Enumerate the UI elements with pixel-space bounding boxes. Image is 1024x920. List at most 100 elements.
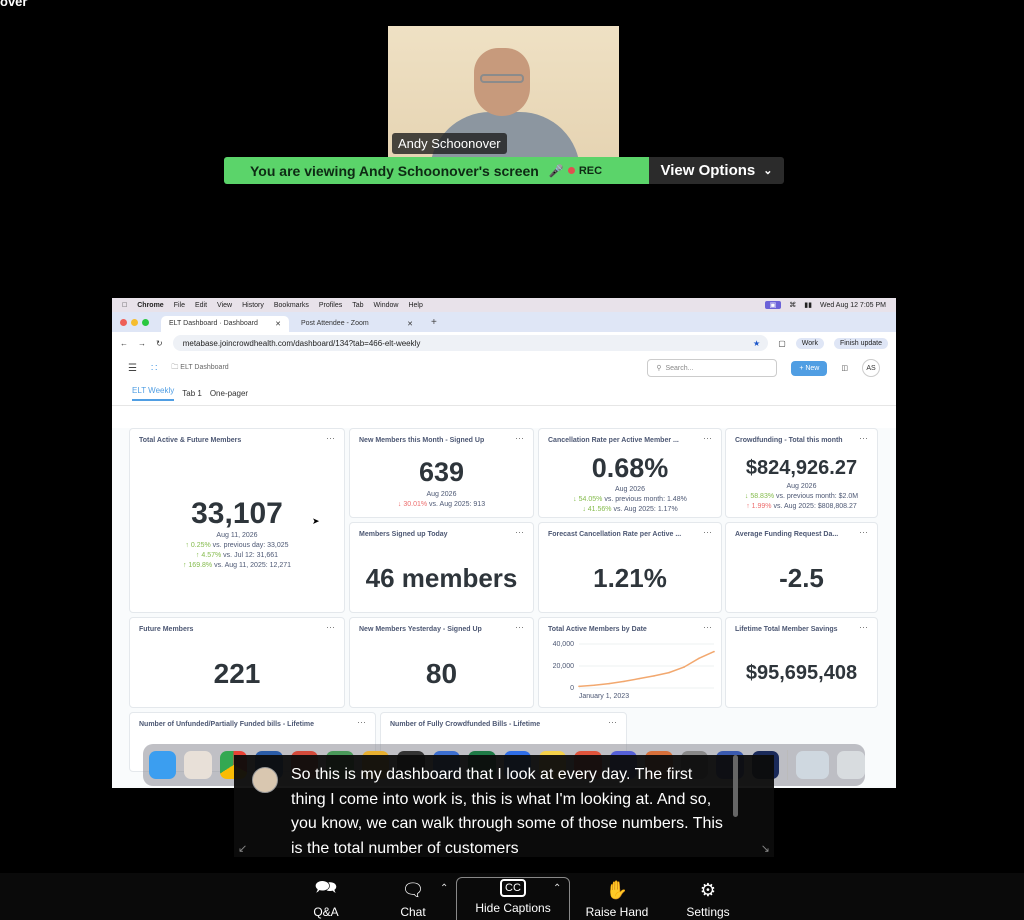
card-forecast-cancellation[interactable]: Forecast Cancellation Rate per Active ..… xyxy=(538,522,722,613)
comparison-percent: 30.01% xyxy=(403,501,428,508)
downloads-icon[interactable] xyxy=(796,751,830,779)
more-icon[interactable]: ⋯ xyxy=(357,717,366,728)
card-average-funding[interactable]: Average Funding Request Da... ⋯ -2.5 xyxy=(725,522,878,613)
menu-item[interactable]: File xyxy=(174,302,185,309)
maximize-window-icon[interactable] xyxy=(142,318,149,326)
bookmark-star-icon[interactable]: ★ xyxy=(753,339,760,348)
speaker-name-tag: Andy Schoonover xyxy=(392,133,507,154)
extensions-icon[interactable]: ▢ xyxy=(778,339,786,348)
metabase-logo-icon[interactable]: ∷ xyxy=(151,363,157,374)
more-icon[interactable]: ⋯ xyxy=(859,527,868,538)
close-window-icon[interactable] xyxy=(120,318,127,326)
resize-handle-icon[interactable]: ↙ xyxy=(238,842,247,855)
browser-tab-zoom[interactable]: Post Attendee - Zoom ✕ xyxy=(293,316,421,332)
menu-item[interactable]: Tab xyxy=(352,302,363,309)
data-point xyxy=(668,671,670,674)
comparison-text: vs. Jul 12: 31,661 xyxy=(221,552,279,559)
qa-button[interactable]: 🗪 Q&A xyxy=(306,873,346,920)
more-icon[interactable]: ⋯ xyxy=(515,433,524,444)
back-icon[interactable]: ← xyxy=(120,339,128,348)
menu-app-name[interactable]: Chrome xyxy=(137,302,163,309)
finder-icon[interactable] xyxy=(149,751,177,779)
view-options-label: View Options xyxy=(660,162,756,179)
tab-one-pager[interactable]: One-pager xyxy=(210,389,248,398)
more-icon[interactable]: ⋯ xyxy=(515,622,524,633)
menu-item[interactable]: Window xyxy=(374,302,399,309)
card-title: Cancellation Rate per Active Member ... xyxy=(548,437,679,444)
finish-update-button[interactable]: Finish update xyxy=(833,337,888,349)
card-new-members-month[interactable]: New Members this Month - Signed Up ⋯ 639… xyxy=(349,428,534,518)
close-tab-icon[interactable]: ✕ xyxy=(407,320,413,328)
browser-tab-dashboard[interactable]: ELT Dashboard · Dashboard ✕ xyxy=(161,316,289,332)
card-title: New Members this Month - Signed Up xyxy=(359,437,485,444)
view-options-button[interactable]: View Options ⌄ xyxy=(649,157,784,184)
breadcrumb[interactable]: 🗀 ELT Dashboard xyxy=(171,363,228,374)
menu-item[interactable]: Profiles xyxy=(319,302,342,309)
more-icon[interactable]: ⋯ xyxy=(703,527,712,538)
captions-panel[interactable]: So this is my dashboard that I look at e… xyxy=(234,755,774,857)
more-icon[interactable]: ⋯ xyxy=(703,433,712,444)
hamburger-icon[interactable]: ☰ xyxy=(128,363,137,374)
wifi-icon[interactable]: ⌘ xyxy=(789,301,796,309)
more-icon[interactable]: ⋯ xyxy=(859,622,868,633)
avatar[interactable]: AS xyxy=(862,359,880,377)
launchpad-icon[interactable] xyxy=(184,751,212,779)
chat-button[interactable]: 🗨 Chat xyxy=(392,873,434,920)
zoom-window: { "corner_title": "over", "speaker": {"n… xyxy=(0,0,1024,920)
more-icon[interactable]: ⋯ xyxy=(326,622,335,633)
screen-share-status-icon[interactable]: ▣ xyxy=(764,301,782,309)
raise-hand-button[interactable]: ✋ Raise Hand xyxy=(580,873,654,920)
card-future-members[interactable]: Future Members ⋯ 221 xyxy=(129,617,345,708)
more-icon[interactable]: ⋯ xyxy=(859,433,868,444)
card-total-members-by-date[interactable]: Total Active Members by Date ⋯ 0 20,000 40… xyxy=(538,617,722,708)
card-date: Aug 11, 2026 xyxy=(216,532,258,539)
card-signed-today[interactable]: Members Signed up Today ⋯ 46 members xyxy=(349,522,534,613)
more-icon[interactable]: ⋯ xyxy=(326,433,335,444)
close-tab-icon[interactable]: ✕ xyxy=(275,320,281,328)
card-title: Total Active & Future Members xyxy=(139,437,242,444)
comparison-percent: 41.56% xyxy=(587,506,612,513)
speaker-video[interactable]: Andy Schoonover xyxy=(388,26,619,158)
card-new-yesterday[interactable]: New Members Yesterday - Signed Up ⋯ 80 xyxy=(349,617,534,708)
tab-tab-1[interactable]: Tab 1 xyxy=(182,389,202,398)
notifications-icon[interactable]: ◫ xyxy=(841,364,848,372)
menu-item[interactable]: Help xyxy=(408,302,422,309)
metabase-header: ☰ ∷ 🗀 ELT Dashboard ⚲ Search... + New ◫ … xyxy=(112,354,896,382)
reload-icon[interactable]: ↻ xyxy=(156,339,163,348)
more-icon[interactable]: ⋯ xyxy=(515,527,524,538)
recording-indicator: 🎤 REC xyxy=(549,164,602,178)
battery-icon[interactable]: ▮▮ xyxy=(804,301,812,309)
more-icon[interactable]: ⋯ xyxy=(703,622,712,633)
new-tab-icon[interactable]: + xyxy=(425,317,443,332)
card-crowdfunding[interactable]: Crowdfunding - Total this month ⋯ $824,9… xyxy=(725,428,878,518)
url-field[interactable]: metabase.joincrowdhealth.com/dashboard/1… xyxy=(172,335,769,351)
apple-icon[interactable]:  xyxy=(122,302,127,309)
more-icon[interactable]: ⋯ xyxy=(608,717,617,728)
card-title: Average Funding Request Da... xyxy=(735,531,839,538)
card-cancellation-rate[interactable]: Cancellation Rate per Active Member ... … xyxy=(538,428,722,518)
menu-item[interactable]: History xyxy=(242,302,264,309)
tab-elt-weekly[interactable]: ELT Weekly xyxy=(132,386,175,401)
chat-options-chevron-icon[interactable]: ⌃ xyxy=(440,883,448,894)
card-lifetime-savings[interactable]: Lifetime Total Member Savings ⋯ $95,695,… xyxy=(725,617,878,708)
forward-icon[interactable]: → xyxy=(138,339,146,348)
data-point xyxy=(608,682,610,685)
search-input[interactable]: ⚲ Search... xyxy=(647,359,778,377)
chat-icon: 🗨 xyxy=(401,879,425,900)
resize-handle-icon[interactable]: ↘ xyxy=(761,842,770,855)
data-point xyxy=(713,650,715,653)
new-button[interactable]: + New xyxy=(791,360,828,376)
minimize-window-icon[interactable] xyxy=(131,318,138,326)
menu-item[interactable]: View xyxy=(217,302,232,309)
menu-item[interactable]: Bookmarks xyxy=(274,302,309,309)
rec-label: REC xyxy=(578,164,603,177)
card-title: Number of Unfunded/Partially Funded bill… xyxy=(139,721,315,728)
captions-scrollbar[interactable] xyxy=(733,755,738,817)
trash-icon[interactable] xyxy=(837,751,865,779)
settings-button[interactable]: ⚙ Settings xyxy=(680,873,736,920)
window-title: over xyxy=(0,0,28,9)
profile-button[interactable]: Work xyxy=(795,337,824,349)
menu-clock[interactable]: Wed Aug 12 7:05 PM xyxy=(820,302,886,309)
members-line-chart[interactable]: 0 20,000 40,000 January 1, 2023 xyxy=(539,636,722,708)
menu-item[interactable]: Edit xyxy=(195,302,207,309)
